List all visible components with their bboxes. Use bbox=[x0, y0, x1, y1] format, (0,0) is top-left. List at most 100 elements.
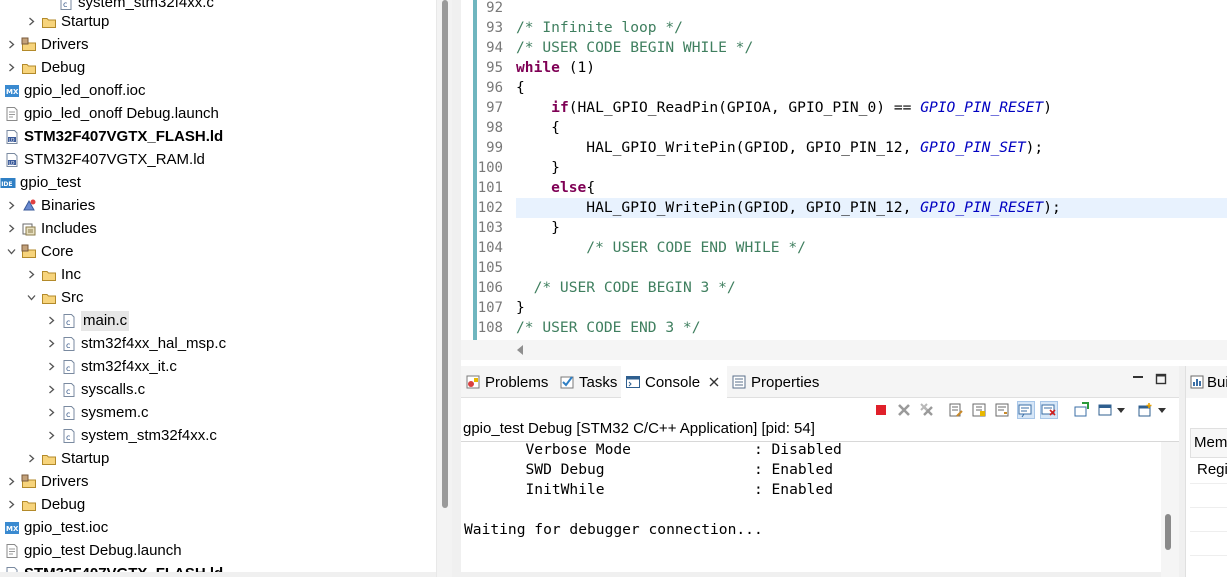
folder-icon bbox=[41, 14, 57, 30]
console-vertical-scrollbar[interactable] bbox=[1161, 442, 1179, 577]
minimize-icon[interactable] bbox=[1131, 372, 1145, 386]
tree-item-stm32f4xx-hal-msp-c[interactable]: c stm32f4xx_hal_msp.c bbox=[0, 332, 436, 355]
tree-item-drivers[interactable]: Drivers bbox=[0, 33, 436, 56]
code-line[interactable]: /* USER CODE END 3 */ bbox=[516, 318, 1227, 338]
code-line[interactable]: if(HAL_GPIO_ReadPin(GPIOA, GPIO_PIN_0) =… bbox=[516, 98, 1227, 118]
chevron-down-icon[interactable] bbox=[24, 291, 38, 305]
code-line[interactable]: HAL_GPIO_WritePin(GPIOD, GPIO_PIN_12, GP… bbox=[516, 138, 1227, 158]
binaries-icon bbox=[21, 198, 37, 214]
code-line[interactable]: /* USER CODE BEGIN WHILE */ bbox=[516, 38, 1227, 58]
code-line[interactable] bbox=[516, 258, 1227, 278]
tree-item-inc[interactable]: Inc bbox=[0, 263, 436, 286]
chevron-right-icon[interactable] bbox=[44, 406, 58, 420]
console-scroll-thumb[interactable] bbox=[1165, 514, 1171, 550]
tree-item-gpio-led-onoff-ioc[interactable]: MX gpio_led_onoff.ioc bbox=[0, 79, 436, 102]
close-icon[interactable] bbox=[708, 376, 720, 388]
svg-text:c: c bbox=[63, 0, 67, 9]
console-horizontal-scrollbar[interactable] bbox=[461, 572, 1161, 577]
launch-file-icon bbox=[4, 543, 20, 559]
chevron-right-icon[interactable] bbox=[4, 498, 18, 512]
tree-item-core[interactable]: Core bbox=[0, 240, 436, 263]
tree-item-debug[interactable]: Debug bbox=[0, 493, 436, 516]
code-line[interactable] bbox=[516, 0, 1227, 18]
chevron-right-icon[interactable] bbox=[44, 429, 58, 443]
code-line[interactable]: { bbox=[516, 118, 1227, 138]
chevron-down-icon[interactable] bbox=[1158, 408, 1166, 413]
remove-all-terminated-icon[interactable] bbox=[918, 401, 936, 419]
display-selected-console-icon[interactable] bbox=[1096, 401, 1114, 419]
remove-launch-icon[interactable] bbox=[895, 401, 913, 419]
pin-console-icon[interactable] bbox=[1072, 401, 1090, 419]
tree-item-main-c[interactable]: c main.c bbox=[0, 309, 436, 332]
tree-item-startup[interactable]: Startup bbox=[0, 10, 436, 33]
show-on-stderr-icon[interactable] bbox=[1040, 401, 1058, 419]
tree-item-gpio-test-ioc[interactable]: MX gpio_test.ioc bbox=[0, 516, 436, 539]
tab-console[interactable]: Console bbox=[621, 366, 727, 398]
chevron-down-icon[interactable] bbox=[4, 245, 18, 259]
tab-properties[interactable]: Properties bbox=[729, 366, 829, 398]
code-line[interactable]: while (1) bbox=[516, 58, 1227, 78]
tree-item-syscalls-c[interactable]: c syscalls.c bbox=[0, 378, 436, 401]
code-line[interactable]: } bbox=[516, 218, 1227, 238]
code-line[interactable]: /* Infinite loop */ bbox=[516, 18, 1227, 38]
tab-tasks[interactable]: Tasks bbox=[557, 366, 621, 398]
tree-item-drivers[interactable]: Drivers bbox=[0, 470, 436, 493]
tree-item-system-stm32f4xx-c[interactable]: c system_stm32f4xx.c bbox=[0, 424, 436, 447]
chevron-right-icon[interactable] bbox=[44, 383, 58, 397]
code-line[interactable]: /* USER CODE BEGIN 3 */ bbox=[516, 278, 1227, 298]
tree-item-startup[interactable]: Startup bbox=[0, 447, 436, 470]
tree-item-binaries[interactable]: Binaries bbox=[0, 194, 436, 217]
explorer-scroll-thumb[interactable] bbox=[442, 0, 448, 508]
explorer-vertical-scrollbar[interactable] bbox=[436, 0, 452, 577]
tree-item-stm32f407vgtx-flash-ld[interactable]: LD STM32F407VGTX_FLASH.ld bbox=[0, 125, 436, 148]
scroll-lock-icon[interactable] bbox=[970, 401, 988, 419]
tree-item-src[interactable]: Src bbox=[0, 286, 436, 309]
tree-item-stm32f407vgtx-ram-ld[interactable]: LD STM32F407VGTX_RAM.ld bbox=[0, 148, 436, 171]
show-on-stdout-icon[interactable] bbox=[1017, 401, 1035, 419]
chevron-right-icon[interactable] bbox=[4, 199, 18, 213]
chevron-right-icon[interactable] bbox=[44, 314, 58, 328]
tree-item-gpio-led-onoff-debug-launch[interactable]: gpio_led_onoff Debug.launch bbox=[0, 102, 436, 125]
tree-item-stm32f4xx-it-c[interactable]: c stm32f4xx_it.c bbox=[0, 355, 436, 378]
chevron-right-icon[interactable] bbox=[24, 452, 38, 466]
explorer-editor-sash[interactable] bbox=[452, 0, 461, 577]
chevron-right-icon[interactable] bbox=[4, 38, 18, 52]
explorer-horizontal-scrollbar[interactable] bbox=[0, 572, 436, 577]
code-line[interactable]: } bbox=[516, 298, 1227, 318]
memory-tab-header[interactable]: Mem bbox=[1190, 428, 1227, 458]
tree-item-gpio-test-debug-launch[interactable]: gpio_test Debug.launch bbox=[0, 539, 436, 562]
code-line[interactable]: } bbox=[516, 158, 1227, 178]
tree-item-label: main.c bbox=[81, 310, 130, 331]
code-constant: GPIO_PIN_RESET bbox=[920, 199, 1044, 216]
editor-horizontal-scrollbar[interactable] bbox=[461, 340, 1227, 360]
chevron-right-icon[interactable] bbox=[44, 360, 58, 374]
clear-console-icon[interactable] bbox=[947, 401, 965, 419]
tree-item-label: Inc bbox=[61, 265, 82, 283]
tree-item-gpio-test[interactable]: IDE gpio_test bbox=[0, 171, 436, 194]
chevron-right-icon[interactable] bbox=[24, 268, 38, 282]
scroll-left-arrow-icon[interactable] bbox=[517, 345, 523, 355]
terminate-icon[interactable] bbox=[872, 401, 890, 419]
chevron-right-icon[interactable] bbox=[44, 337, 58, 351]
chevron-right-icon[interactable] bbox=[24, 15, 38, 29]
maximize-icon[interactable] bbox=[1154, 372, 1168, 386]
word-wrap-icon[interactable] bbox=[993, 401, 1011, 419]
code-line[interactable]: /* USER CODE END WHILE */ bbox=[516, 238, 1227, 258]
chevron-right-icon[interactable] bbox=[4, 475, 18, 489]
tree-item-debug[interactable]: Debug bbox=[0, 56, 436, 79]
open-console-icon[interactable] bbox=[1136, 401, 1154, 419]
tree-item-sysmem-c[interactable]: c sysmem.c bbox=[0, 401, 436, 424]
chevron-down-icon[interactable] bbox=[1117, 408, 1125, 413]
line-number: 94 bbox=[486, 40, 503, 56]
code-line[interactable]: HAL_GPIO_WritePin(GPIOD, GPIO_PIN_12, GP… bbox=[516, 198, 1227, 218]
chevron-right-icon[interactable] bbox=[4, 61, 18, 75]
tab-problems[interactable]: Problems bbox=[463, 366, 557, 398]
c-file-icon: c bbox=[61, 428, 77, 444]
tree-item-includes[interactable]: Includes bbox=[0, 217, 436, 240]
code-line[interactable]: else{ bbox=[516, 178, 1227, 198]
chevron-right-icon[interactable] bbox=[4, 222, 18, 236]
code-line[interactable]: { bbox=[516, 78, 1227, 98]
code-editor[interactable]: 92 93 /* Infinite loop */ 94 /* USER CODE BE… bbox=[461, 0, 1227, 360]
tab-build-analyzer[interactable]: Buil bbox=[1186, 366, 1227, 398]
